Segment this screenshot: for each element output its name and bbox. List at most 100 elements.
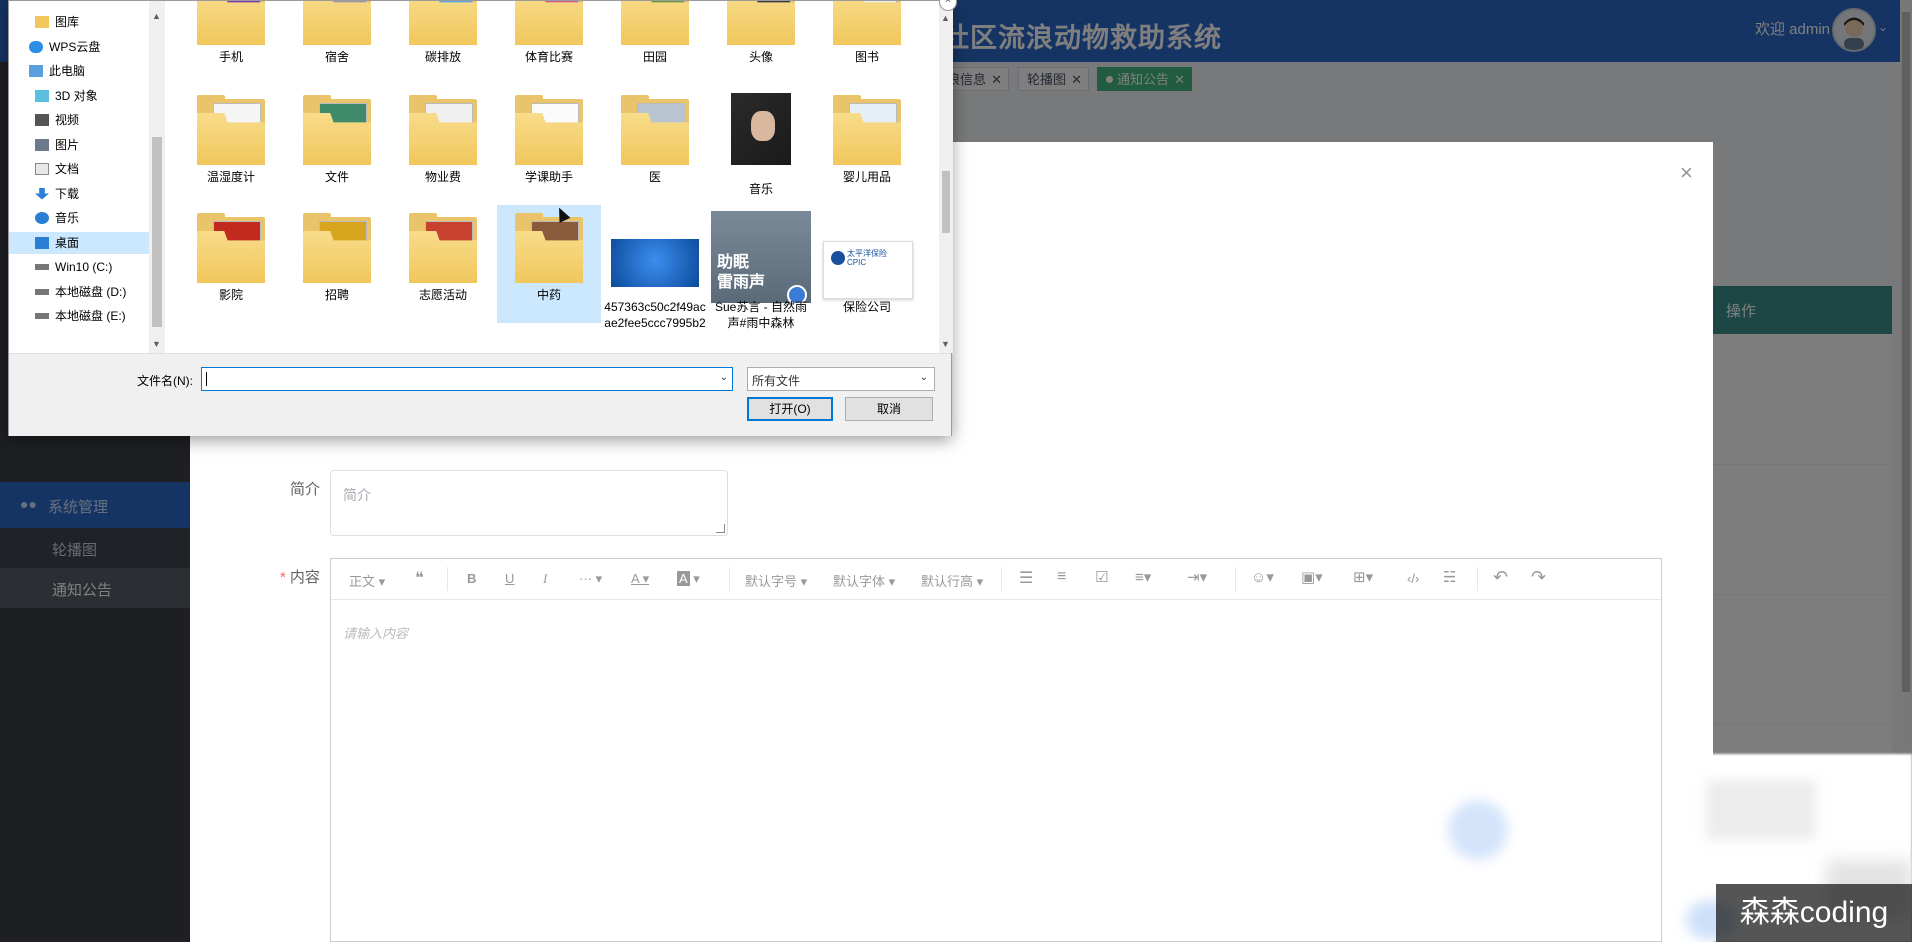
folder-item[interactable]: 影院 — [179, 205, 283, 323]
file-name: 文件 — [324, 170, 349, 184]
nav-item[interactable]: 文档 — [9, 158, 149, 180]
font-size-select[interactable]: 默认字号 ▾ — [745, 571, 807, 590]
logo-badge — [831, 251, 845, 265]
folder-item[interactable]: 温湿度计 — [179, 87, 283, 205]
file-name: 体育比赛 — [524, 50, 573, 64]
folder-icon — [299, 1, 375, 47]
italic-icon[interactable]: I — [543, 571, 547, 587]
nav-item[interactable]: 视频 — [9, 109, 149, 131]
folder-item[interactable]: 志愿活动 — [391, 205, 495, 323]
thumb-caption: 助眠 雷雨声 — [717, 254, 766, 291]
scrollbar-thumb[interactable] — [942, 171, 950, 233]
undo-icon[interactable]: ↶ — [1493, 567, 1508, 588]
folder-item[interactable]: 碳排放 — [391, 1, 495, 85]
folder-icon — [829, 91, 905, 167]
numbered-list-icon[interactable]: ≡ — [1057, 568, 1066, 586]
bold-icon[interactable]: B — [467, 571, 476, 586]
bg-color-icon[interactable]: A ▾ — [677, 571, 700, 587]
more-style-icon[interactable]: ··· ▾ — [579, 571, 602, 587]
folder-item[interactable]: 图书 — [815, 1, 919, 85]
file-name: 中药 — [536, 288, 561, 302]
nav-item[interactable]: 图片 — [9, 134, 149, 156]
folder-item[interactable]: 手机 — [179, 1, 283, 85]
scrollbar-thumb[interactable] — [152, 137, 162, 327]
underline-icon[interactable]: U — [505, 571, 514, 586]
nav-item[interactable]: 下载 — [9, 183, 149, 205]
files-scrollbar[interactable]: ▲ ▼ — [939, 1, 953, 353]
folder-front — [727, 1, 795, 45]
close-icon[interactable]: × — [1680, 160, 1693, 186]
open-button[interactable]: 打开(O) — [747, 397, 833, 421]
heading-select[interactable]: 正文 ▾ — [349, 571, 385, 590]
emoji-icon[interactable]: ☺▾ — [1251, 568, 1274, 586]
indent-icon[interactable]: ⇥▾ — [1187, 568, 1207, 586]
folder-item[interactable]: 文件 — [285, 87, 389, 205]
file-item[interactable]: 457363c50c2f49acae2fee5ccc7995b2 — [603, 205, 707, 330]
nav-item[interactable]: 本地磁盘 (E:) — [9, 305, 149, 327]
line-height-select[interactable]: 默认行高 ▾ — [921, 571, 983, 590]
resize-handle-icon[interactable] — [716, 524, 725, 533]
nav-item[interactable]: Win10 (C:) — [9, 256, 149, 278]
folder-item[interactable]: 体育比赛 — [497, 1, 601, 85]
font-family-select[interactable]: 默认字体 ▾ — [833, 571, 895, 590]
folder-item[interactable]: 学课助手 — [497, 87, 601, 205]
scroll-up-icon[interactable]: ▲ — [941, 13, 950, 23]
file-item[interactable]: 助眠 雷雨声 Sue苏言 - 自然雨声#雨中森林 — [709, 205, 813, 330]
nav-item[interactable]: 桌面 — [9, 231, 149, 254]
todo-icon[interactable]: ☑ — [1095, 568, 1108, 586]
table-icon[interactable]: ⊞▾ — [1353, 568, 1373, 586]
nav-item[interactable]: 音乐 — [9, 207, 149, 229]
toolbar-divider — [1001, 567, 1002, 591]
file-name: 招聘 — [324, 288, 349, 302]
toolbar-divider — [1235, 567, 1236, 591]
video-icon — [35, 114, 49, 126]
nav-item[interactable]: 图库 — [9, 11, 149, 33]
nav-item-label: 音乐 — [55, 211, 80, 225]
nav-scrollbar[interactable]: ▲ ▼ — [149, 1, 165, 353]
folder-item[interactable]: 头像 — [709, 1, 813, 85]
folder-item[interactable]: 医 — [603, 87, 707, 205]
bullet-list-icon[interactable]: ☰ — [1019, 568, 1033, 588]
nav-item[interactable]: 本地磁盘 (D:) — [9, 281, 149, 303]
folder-item[interactable]: 宿舍 — [285, 1, 389, 85]
nav-item[interactable]: 3D 对象 — [9, 85, 149, 107]
filetype-select[interactable]: 所有文件 ⌄ — [747, 367, 935, 391]
file-name: 温湿度计 — [206, 170, 255, 184]
file-item[interactable]: 太平洋保险 CPIC 保险公司 — [815, 205, 919, 323]
scroll-down-icon[interactable]: ▼ — [941, 339, 950, 349]
nav-item[interactable]: 此电脑 — [9, 60, 149, 82]
nav-item[interactable]: WPS云盘 — [9, 36, 149, 58]
quote-icon[interactable]: ❝ — [415, 568, 424, 588]
file-name: 学课助手 — [524, 170, 573, 184]
cube-icon — [35, 89, 49, 102]
folder-front — [833, 1, 901, 45]
file-name: 婴儿用品 — [842, 170, 891, 184]
intro-textarea[interactable]: 简介 — [330, 470, 728, 536]
folder-front — [621, 1, 689, 45]
folder-icon — [511, 1, 587, 47]
redo-icon[interactable]: ↷ — [1531, 567, 1546, 588]
folder-item[interactable]: 招聘 — [285, 205, 389, 323]
scroll-down-icon[interactable]: ▼ — [152, 339, 161, 349]
chevron-down-icon[interactable]: ⌄ — [920, 372, 928, 383]
font-color-icon[interactable]: A ▾ — [631, 571, 649, 587]
files-view: 手机 宿舍 碳排放 体育比赛 田园 头像 图书温湿度计 文件 物业费 学课助手 医音乐 婴儿用品影院 招… — [165, 1, 939, 353]
drive-icon — [35, 288, 49, 295]
divider-line-icon[interactable]: ☵ — [1443, 568, 1456, 586]
scroll-up-icon[interactable]: ▲ — [152, 11, 161, 21]
folder-item[interactable]: 物业费 — [391, 87, 495, 205]
content-label: * 内容 — [280, 566, 320, 587]
justify-icon[interactable]: ≡▾ — [1135, 568, 1151, 586]
folder-item[interactable]: 田园 — [603, 1, 707, 85]
editor-placeholder[interactable]: 请输入内容 — [343, 623, 408, 642]
code-icon[interactable]: ‹/› — [1407, 571, 1419, 586]
chevron-down-icon[interactable]: ⌄ — [720, 372, 728, 383]
file-name: 457363c50c2f49acae2fee5ccc7995b2 — [604, 300, 706, 330]
file-item[interactable]: 音乐 — [709, 87, 813, 205]
folder-front — [303, 1, 371, 45]
folder-item[interactable]: 中药 — [497, 205, 601, 323]
image-icon[interactable]: ▣▾ — [1301, 568, 1323, 586]
filename-input[interactable]: ⌄ — [201, 367, 733, 391]
folder-item[interactable]: 婴儿用品 — [815, 87, 919, 205]
cancel-button[interactable]: 取消 — [845, 397, 933, 421]
